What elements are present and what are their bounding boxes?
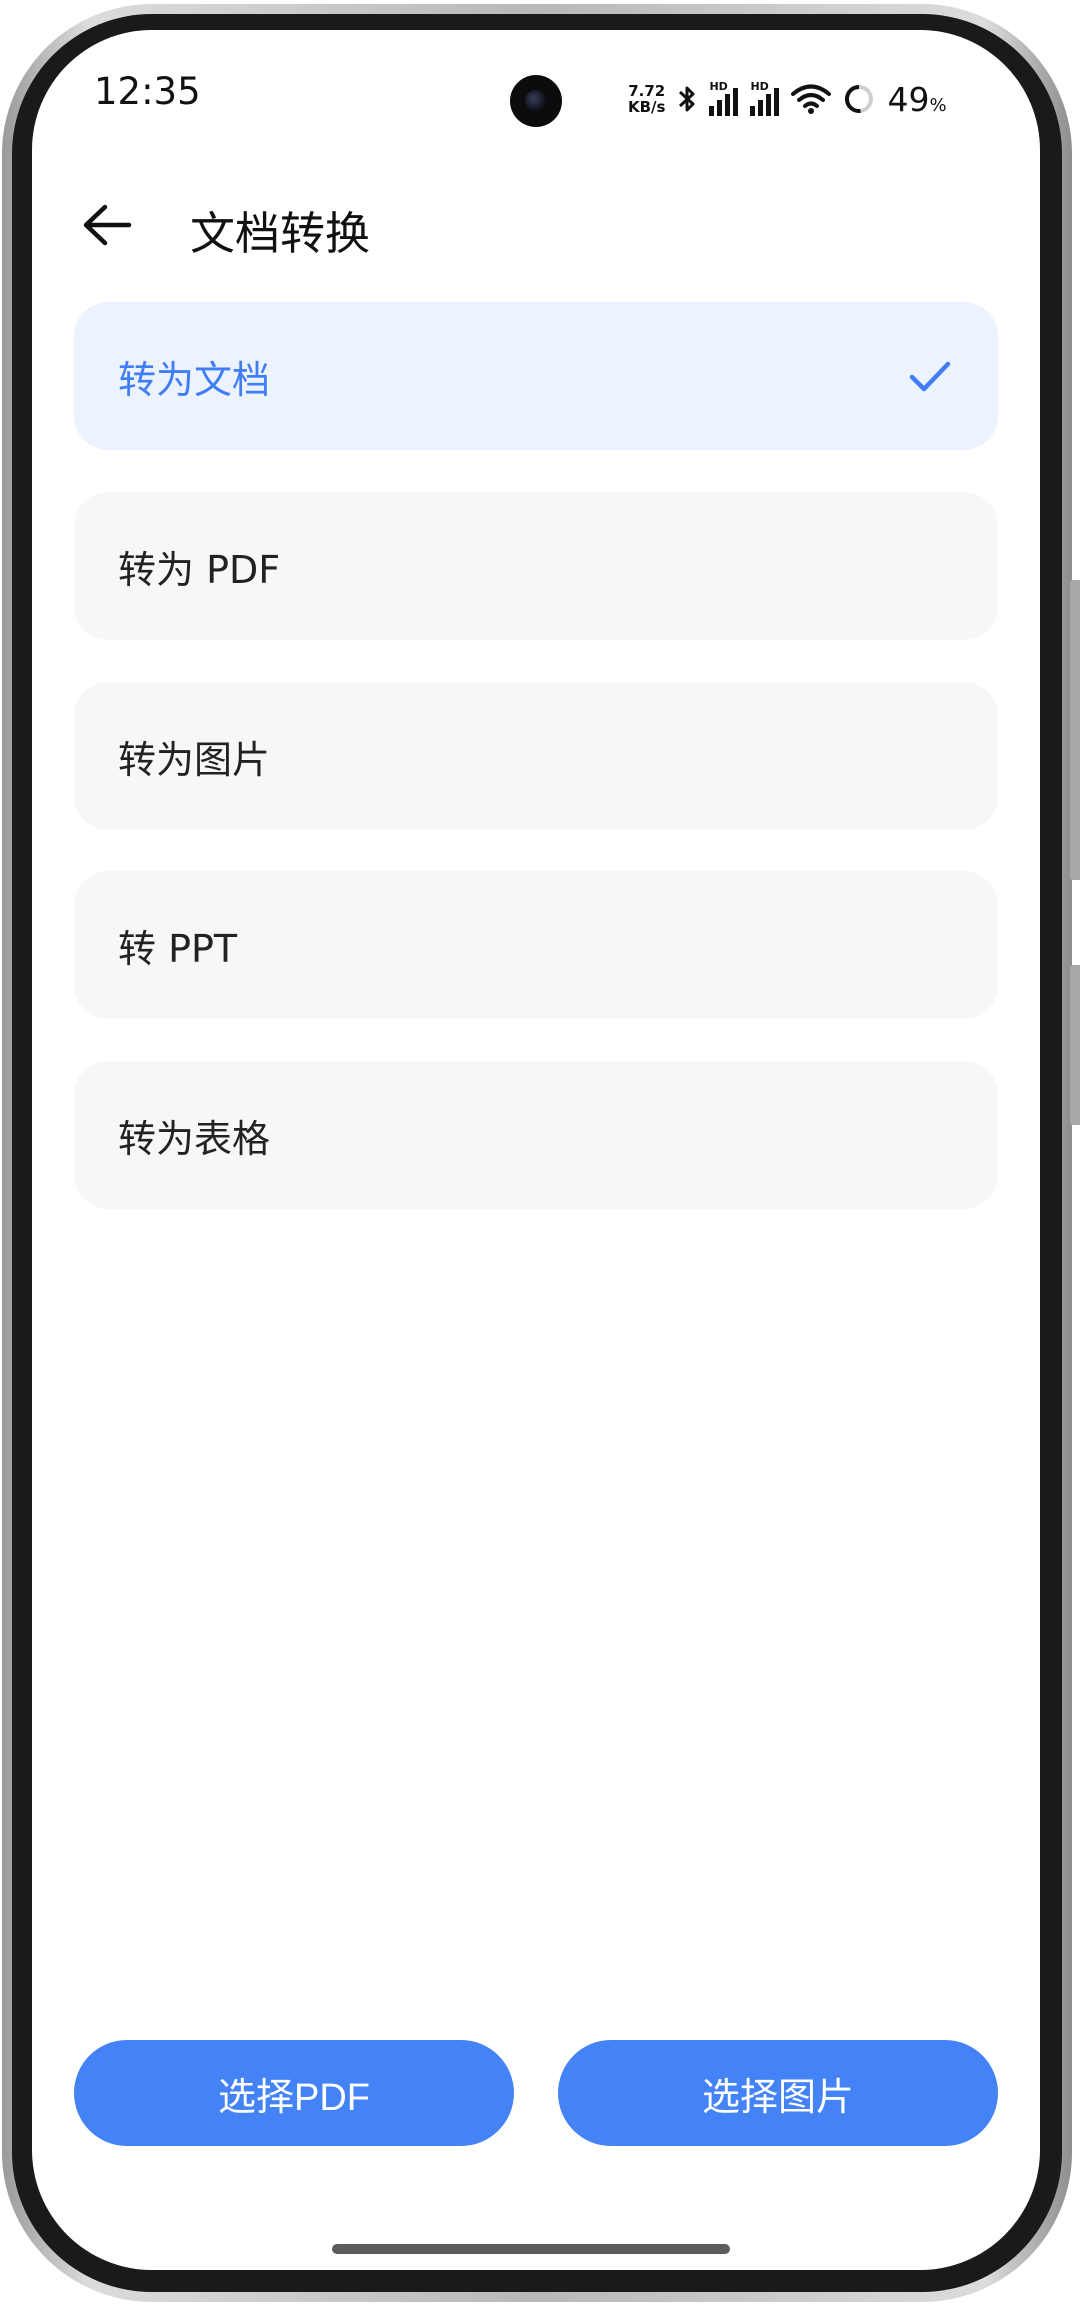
option-to-ppt[interactable]: 转 PPT: [74, 871, 998, 1019]
cellular-signal-icon-2: HD: [750, 80, 780, 116]
battery-value: 49: [887, 79, 930, 119]
arrow-left-icon: [83, 204, 132, 246]
battery-unit: %: [929, 94, 947, 116]
select-pdf-button[interactable]: 选择PDF: [74, 2040, 514, 2146]
option-label: 转为文档: [118, 357, 271, 402]
option-to-image[interactable]: 转为图片: [74, 682, 998, 830]
option-to-document[interactable]: 转为文档: [74, 302, 998, 450]
status-icons: 7.72 KB/s HD HD 49%: [628, 74, 947, 124]
checkmark-icon: [909, 361, 951, 392]
device-frame: 12:35 7.72 KB/s HD HD 49% 文档转换 转为文档 转为 P…: [0, 0, 1080, 2310]
hd-label: HD: [709, 80, 728, 93]
option-to-spreadsheet[interactable]: 转为表格: [74, 1061, 998, 1209]
back-button[interactable]: [72, 190, 142, 260]
option-to-pdf[interactable]: 转为 PDF: [74, 492, 998, 640]
status-time: 12:35: [94, 70, 201, 113]
network-speed-value: 7.72: [628, 82, 666, 100]
home-indicator[interactable]: [332, 2244, 730, 2254]
option-label: 转为 PDF: [118, 547, 281, 592]
network-speed-unit: KB/s: [628, 98, 666, 116]
option-label: 转 PPT: [118, 926, 238, 971]
option-label: 转为表格: [118, 1116, 271, 1161]
screen: 12:35 7.72 KB/s HD HD 49% 文档转换 转为文档 转为 P…: [32, 30, 1040, 2270]
wifi-icon: [791, 84, 832, 114]
volume-button: [1070, 580, 1080, 880]
cellular-signal-icon: HD: [709, 80, 739, 116]
select-image-button[interactable]: 选择图片: [558, 2040, 998, 2146]
battery-ring-icon: [845, 84, 874, 113]
battery-level: 49%: [887, 80, 946, 119]
page-title: 文档转换: [190, 207, 371, 260]
front-camera: [510, 75, 562, 127]
option-label: 转为图片: [118, 737, 271, 782]
power-button: [1070, 965, 1080, 1125]
bluetooth-icon: [679, 86, 695, 112]
network-speed: 7.72 KB/s: [628, 83, 665, 115]
hd-label-2: HD: [750, 80, 769, 93]
